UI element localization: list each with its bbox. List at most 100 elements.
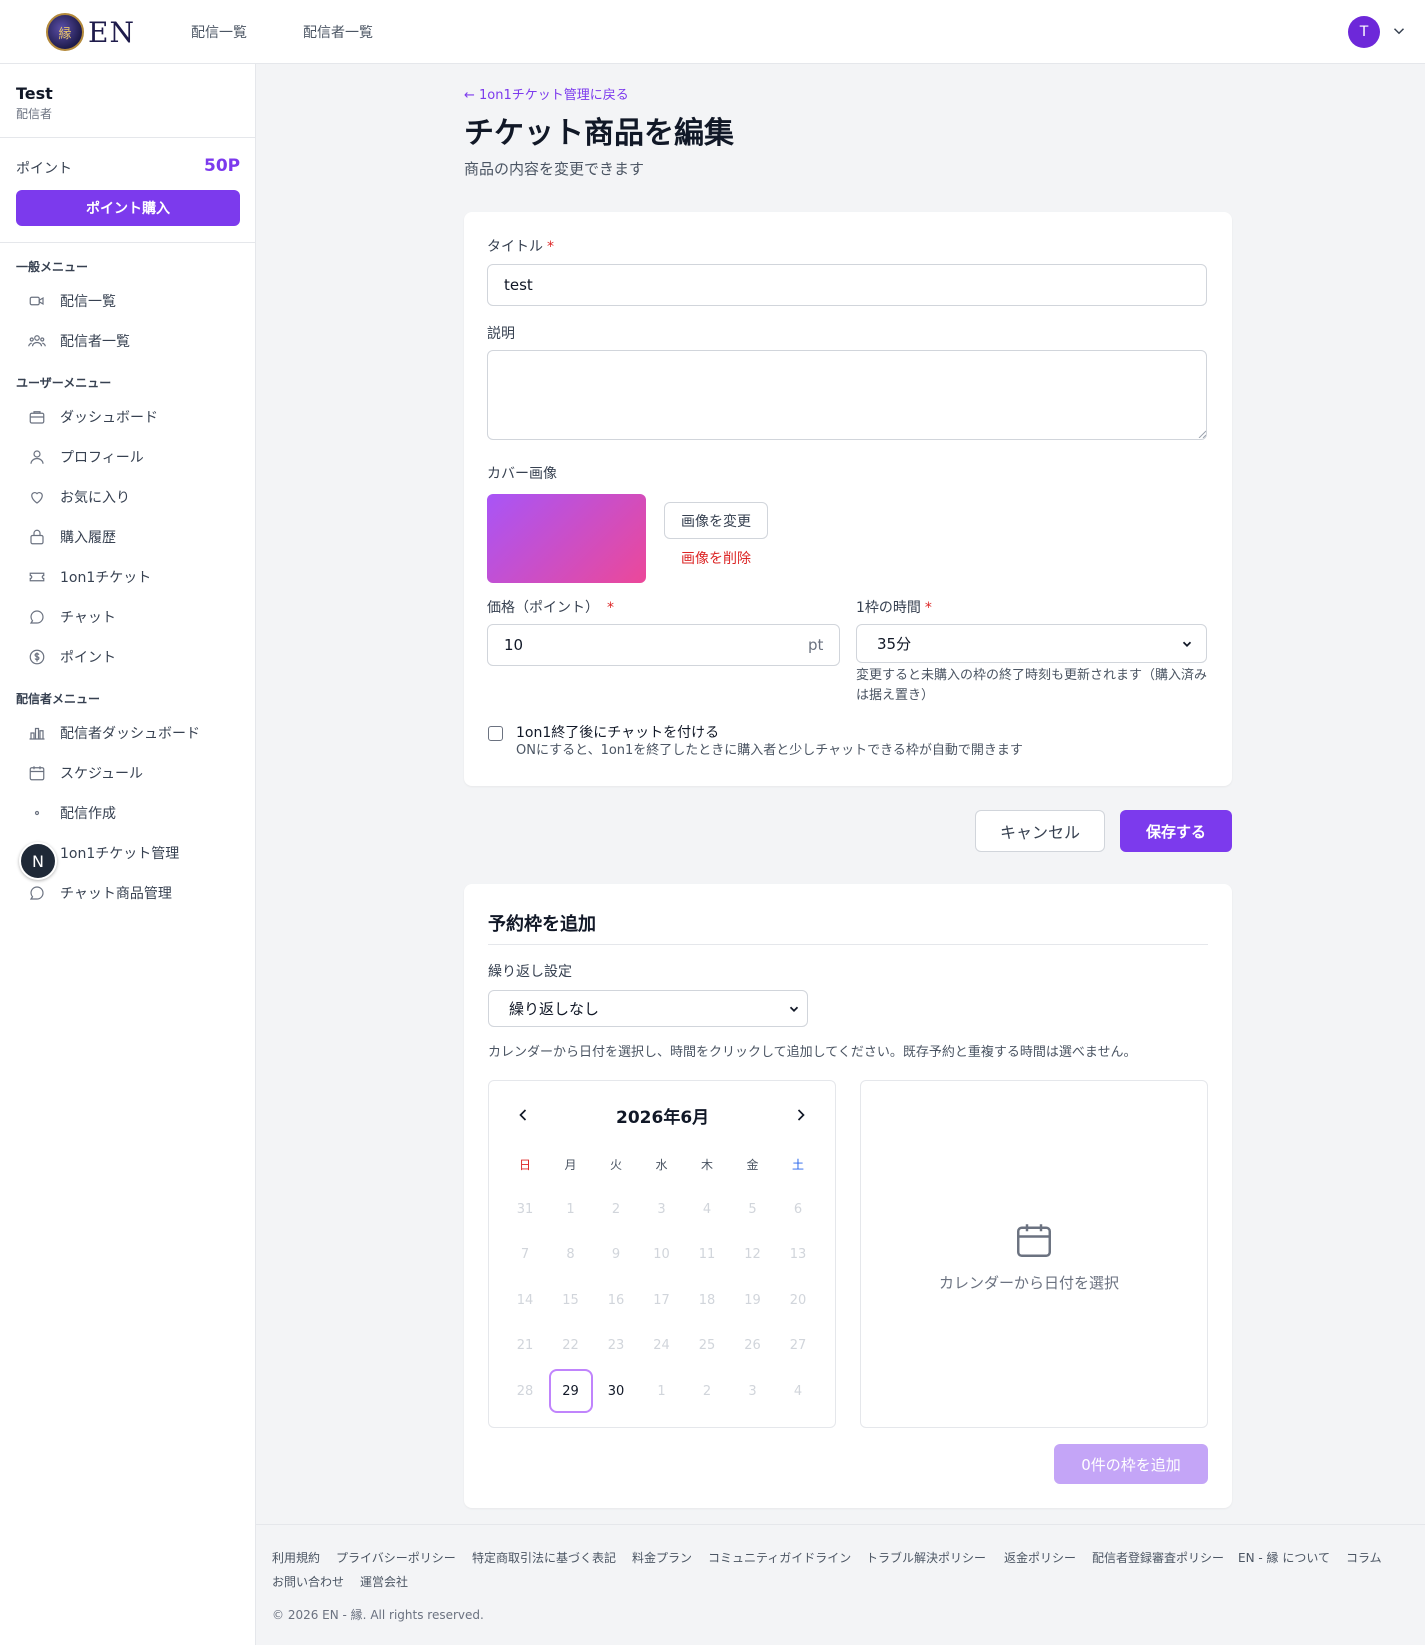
- logo[interactable]: 縁 EN: [46, 13, 135, 51]
- nav-streams[interactable]: 配信一覧: [191, 22, 247, 42]
- sidebar-item-tickets[interactable]: 1on1チケット: [28, 565, 151, 589]
- sidebar-item-favorites[interactable]: お気に入り: [28, 485, 130, 509]
- calendar-day[interactable]: 29: [548, 1369, 593, 1413]
- calendar-day: 2: [611, 1201, 621, 1217]
- calendar-day: 12: [744, 1247, 761, 1262]
- footer-link[interactable]: EN - 縁 について: [1238, 1549, 1330, 1566]
- sidebar-item-streams[interactable]: 配信一覧: [28, 289, 116, 313]
- chat-checkbox-label[interactable]: 1on1終了後にチャットを付ける: [516, 722, 719, 742]
- divider: [0, 137, 256, 138]
- sidebar-item-points[interactable]: ポイント: [28, 645, 116, 669]
- section-general: 一般メニュー: [16, 260, 89, 274]
- calendar-day: 4: [702, 1201, 712, 1217]
- footer-link[interactable]: 特定商取引法に基づく表記: [472, 1549, 616, 1566]
- buy-points-button[interactable]: ポイント購入: [16, 190, 240, 226]
- change-image-button[interactable]: 画像を変更: [664, 502, 768, 539]
- calendar-weekday: 水: [655, 1158, 668, 1172]
- chevron-down-icon[interactable]: [1390, 22, 1408, 40]
- chevron-left-icon[interactable]: [513, 1105, 533, 1125]
- calendar-day[interactable]: 30: [594, 1369, 638, 1413]
- points-label: ポイント: [16, 161, 72, 177]
- calendar-day: 3: [657, 1201, 666, 1217]
- duration-value: 35分: [877, 635, 912, 653]
- copyright: © 2026 EN - 縁. All rights reserved.: [272, 1608, 484, 1622]
- sidebar-item-dashboard[interactable]: ダッシュボード: [28, 405, 158, 429]
- chevron-down-icon: [1182, 641, 1192, 647]
- price-unit: pt: [808, 636, 824, 654]
- calendar-day: 9: [611, 1247, 621, 1262]
- bag-icon: [30, 529, 44, 545]
- user-icon: [30, 450, 44, 464]
- calendar-weekday: 月: [564, 1158, 577, 1172]
- sidebar-item-streamer-dashboard[interactable]: 配信者ダッシュボード: [28, 721, 200, 745]
- price-input[interactable]: 10: [487, 624, 840, 666]
- footer-link[interactable]: コラム: [1346, 1549, 1382, 1566]
- coin-icon: [29, 649, 45, 665]
- back-link[interactable]: ← 1on1チケット管理に戻る: [464, 84, 629, 103]
- footer-link[interactable]: 返金ポリシー: [1004, 1549, 1076, 1566]
- sidebar-item-label: チャット商品管理: [60, 886, 172, 902]
- footer-link[interactable]: プライバシーポリシー: [336, 1549, 456, 1566]
- calendar-weekday: 金: [746, 1158, 759, 1172]
- resize-handle-icon[interactable]: [1198, 430, 1206, 438]
- sidebar-item-purchases[interactable]: 購入履歴: [28, 525, 116, 549]
- calendar-day: 20: [789, 1292, 807, 1308]
- sidebar-item-chat[interactable]: チャット: [28, 605, 116, 629]
- heart-icon: [31, 492, 43, 504]
- sidebar-item-label: 配信者一覧: [60, 334, 130, 350]
- footer-link[interactable]: 運営会社: [360, 1573, 408, 1590]
- calendar-day: 11: [698, 1247, 716, 1262]
- calendar-day: 21: [516, 1338, 534, 1353]
- calendar-day: 25: [698, 1338, 716, 1353]
- price-label-text: 価格（ポイント）: [487, 600, 599, 616]
- sidebar-item-create-stream[interactable]: 配信作成: [28, 801, 116, 825]
- calendar-day: 16: [607, 1292, 625, 1308]
- delete-image-button[interactable]: 画像を削除: [681, 548, 751, 568]
- repeat-select[interactable]: 繰り返しなし: [488, 990, 808, 1027]
- add-slots-button[interactable]: 0件の枠を追加: [1054, 1444, 1208, 1484]
- calendar-day: 27: [789, 1338, 807, 1353]
- calendar-icon: [29, 766, 45, 781]
- sidebar-user-role: 配信者: [16, 107, 53, 121]
- footer-link[interactable]: 配信者登録審査ポリシー: [1092, 1549, 1224, 1566]
- title-label-text: タイトル: [487, 239, 543, 255]
- sidebar-item-profile[interactable]: プロフィール: [28, 445, 144, 469]
- logo-text: EN: [88, 15, 135, 49]
- calendar-day: 19: [744, 1292, 761, 1308]
- repeat-label: 繰り返し設定: [488, 964, 572, 980]
- chat-checkbox-hint: ONにすると、1on1を終了したときに購入者と少しチャットできる枠が自動で開きま…: [516, 743, 1023, 758]
- avatar[interactable]: T: [1348, 16, 1380, 48]
- page-title: チケット商品を編集: [464, 116, 734, 151]
- footer-link[interactable]: お問い合わせ: [272, 1573, 344, 1590]
- title-input[interactable]: test: [487, 264, 1207, 306]
- footer-link[interactable]: コミュニティガイドライン: [708, 1549, 851, 1566]
- chat-checkbox[interactable]: [488, 726, 503, 741]
- footer-link[interactable]: 料金プラン: [632, 1549, 692, 1566]
- footer-link[interactable]: 利用規約: [272, 1549, 320, 1566]
- description-textarea[interactable]: [487, 350, 1207, 440]
- sidebar-item-schedule[interactable]: スケジュール: [28, 761, 143, 785]
- calendar-day: 3: [748, 1383, 757, 1399]
- calendar-weekday: 木: [700, 1158, 713, 1172]
- sidebar-item-chat-products[interactable]: チャット商品管理: [28, 881, 172, 905]
- cancel-button[interactable]: キャンセル: [975, 810, 1105, 852]
- calendar-day: 2: [702, 1383, 712, 1399]
- ticket-icon: [29, 572, 45, 582]
- duration-hint: 変更すると未購入の枠の終了時刻も更新されます（購入済みは据え置き）: [856, 668, 1208, 703]
- footer-link[interactable]: トラブル解決ポリシー: [866, 1549, 986, 1566]
- calendar-day: 22: [562, 1338, 579, 1353]
- required-mark: *: [547, 239, 554, 255]
- sidebar-item-streamers[interactable]: 配信者一覧: [28, 329, 130, 353]
- duration-select[interactable]: 35分: [856, 624, 1207, 663]
- sidebar-item-label: お気に入り: [60, 490, 130, 506]
- required-mark: *: [607, 600, 614, 616]
- chevron-down-icon: [789, 1006, 799, 1012]
- floating-badge[interactable]: N: [19, 842, 57, 880]
- save-button[interactable]: 保存する: [1120, 810, 1232, 852]
- chart-icon: [29, 727, 45, 740]
- nav-streamers[interactable]: 配信者一覧: [303, 22, 373, 42]
- sidebar-item-label: 配信一覧: [60, 294, 116, 310]
- chevron-right-icon[interactable]: [791, 1105, 811, 1125]
- price-label: 価格（ポイント） *: [487, 597, 614, 617]
- page-subtitle: 商品の内容を変更できます: [464, 160, 645, 178]
